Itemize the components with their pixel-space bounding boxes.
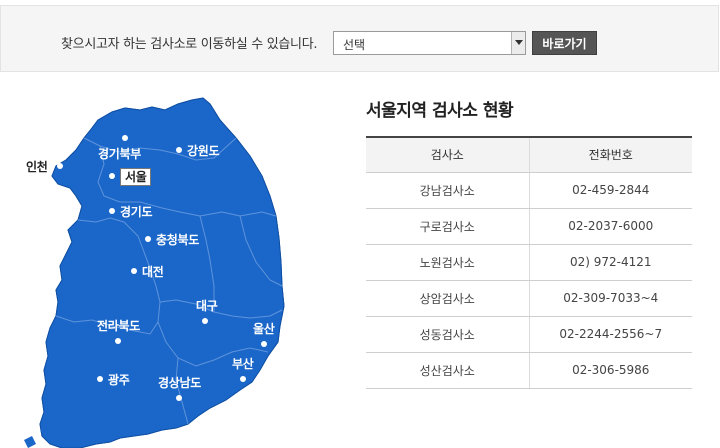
column-header-phone: 전화번호: [528, 137, 692, 173]
map-city-seoul[interactable]: 서울: [109, 168, 152, 186]
map-city-gyeonggi-north[interactable]: 경기북부: [98, 131, 141, 162]
map-city-label: 강원도: [187, 144, 220, 158]
table-row: 구로검사소 02-2037-6000: [366, 208, 692, 245]
station-phone: 02-309-7033~4: [528, 280, 692, 317]
map-city-label: 전라북도: [97, 319, 140, 333]
korea-map: 인천 경기북부 강원도 서울 경기도 충청북도 대전 대구 전라북도 울산 부산…: [0, 90, 330, 448]
map-city-gwangju[interactable]: 광주: [97, 371, 130, 388]
map-dot-icon: [145, 235, 151, 242]
station-name: 강남검사소: [366, 172, 529, 209]
station-phone: 02) 972-4121: [528, 244, 692, 281]
map-city-ulsan[interactable]: 울산: [253, 320, 275, 351]
map-dot-icon: [176, 394, 182, 401]
station-phone: 02-306-5986: [528, 352, 692, 389]
map-city-label: 대전: [142, 265, 164, 279]
map-dot-icon: [131, 267, 137, 274]
map-dot-icon: [261, 340, 267, 347]
map-city-label: 광주: [108, 373, 130, 387]
map-dot-icon: [109, 207, 115, 214]
map-city-gangwon[interactable]: 강원도: [176, 142, 220, 159]
map-dot-icon: [240, 375, 246, 382]
station-name: 성산검사소: [366, 352, 529, 389]
table-row: 성산검사소 02-306-5986: [366, 352, 692, 389]
table-header-row: 검사소 전화번호: [366, 137, 692, 173]
table-row: 성동검사소 02-2244-2556~7: [366, 316, 692, 353]
station-phone: 02-459-2844: [528, 172, 692, 209]
station-select-value: 선택: [343, 38, 366, 52]
map-city-label: 경기북부: [98, 147, 141, 161]
table-row: 강남검사소 02-459-2844: [366, 172, 692, 209]
map-city-daejeon[interactable]: 대전: [131, 263, 164, 280]
region-title: 서울지역 검사소 현황: [366, 101, 514, 121]
map-city-daegu[interactable]: 대구: [196, 297, 218, 328]
map-city-label: 대구: [196, 299, 218, 313]
map-city-chungbuk[interactable]: 충청북도: [145, 231, 199, 248]
map-dot-icon: [115, 337, 121, 344]
map-dot-icon: [57, 162, 64, 169]
chevron-down-icon[interactable]: [511, 32, 525, 54]
station-name: 노원검사소: [366, 244, 529, 281]
map-city-label: 인천: [26, 160, 48, 174]
table-row: 노원검사소 02) 972-4121: [366, 244, 692, 281]
map-dot-icon: [122, 134, 128, 141]
go-button[interactable]: 바로가기: [532, 31, 597, 55]
column-header-station: 검사소: [366, 137, 529, 173]
topbar-label: 찾으시고자 하는 검사소로 이동하실 수 있습니다.: [61, 37, 318, 52]
map-city-label: 서울: [120, 168, 152, 186]
map-city-jeonbuk[interactable]: 전라북도: [97, 317, 140, 348]
station-phone: 02-2244-2556~7: [528, 316, 692, 353]
map-city-gyeonggi[interactable]: 경기도: [109, 203, 153, 220]
station-select[interactable]: 선택: [333, 31, 526, 55]
map-city-label: 경기도: [120, 205, 153, 219]
map-city-gyeongnam[interactable]: 경상남도: [158, 374, 201, 405]
map-city-label: 충청북도: [156, 233, 199, 247]
map-city-busan[interactable]: 부산: [232, 355, 254, 386]
station-name: 상암검사소: [366, 280, 529, 317]
station-name: 구로검사소: [366, 208, 529, 245]
topbar: 찾으시고자 하는 검사소로 이동하실 수 있습니다. 선택 바로가기: [0, 5, 719, 72]
map-dot-icon: [202, 317, 208, 324]
table-row: 상암검사소 02-309-7033~4: [366, 280, 692, 317]
map-city-incheon[interactable]: 인천: [26, 158, 64, 175]
station-table: 검사소 전화번호 강남검사소 02-459-2844 구로검사소 02-2037…: [366, 136, 692, 389]
station-name: 성동검사소: [366, 316, 529, 353]
station-phone: 02-2037-6000: [528, 208, 692, 245]
map-dot-icon: [176, 146, 182, 153]
map-city-label: 부산: [232, 357, 254, 371]
map-city-label: 경상남도: [158, 376, 201, 390]
map-city-label: 울산: [253, 322, 275, 336]
map-dot-icon: [97, 375, 103, 382]
map-dot-icon: [109, 172, 115, 179]
